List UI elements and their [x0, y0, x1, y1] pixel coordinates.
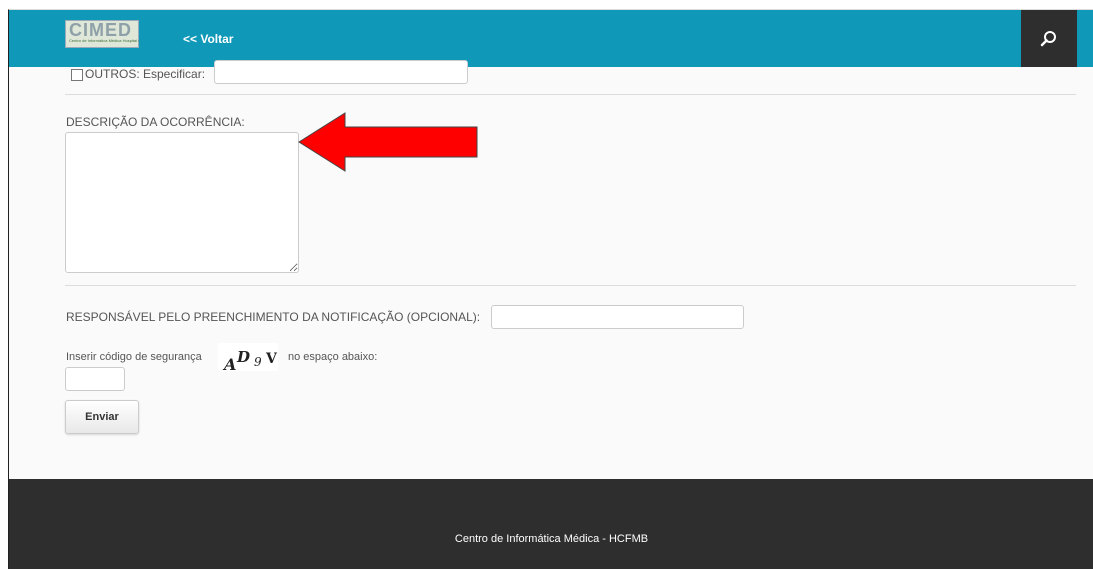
logo-title: CIMED: [69, 20, 132, 40]
captcha-char: A: [224, 355, 237, 374]
captcha-char: V: [266, 351, 277, 367]
responsible-label: RESPONSÁVEL PELO PREENCHIMENTO DA NOTIFI…: [66, 310, 481, 324]
back-link[interactable]: << Voltar: [183, 32, 233, 46]
submit-button[interactable]: Enviar: [65, 400, 139, 434]
outros-specify-input[interactable]: [214, 60, 468, 84]
top-navbar: CIMED Centro de Informática Médica Hospi…: [9, 10, 1093, 67]
cimed-logo[interactable]: CIMED Centro de Informática Médica Hospi…: [65, 20, 139, 48]
captcha-image: A D 9 V: [218, 343, 278, 374]
search-icon: [1040, 31, 1056, 47]
search-button[interactable]: [1021, 10, 1077, 67]
responsible-input[interactable]: [491, 305, 744, 329]
outros-checkbox[interactable]: [71, 68, 83, 81]
captcha-prefix-text: Inserir código de segurança: [66, 351, 202, 363]
captcha-suffix-text: no espaço abaixo:: [288, 351, 378, 363]
divider: [65, 94, 1076, 95]
captcha-input[interactable]: [65, 367, 125, 391]
outros-option: OUTROS: Especificar:: [71, 67, 205, 83]
captcha-char: D: [237, 348, 251, 366]
page-frame: CIMED Centro de Informática Médica Hospi…: [8, 9, 1093, 569]
logo-subtitle: Centro de Informática Médica Hospital da…: [69, 38, 139, 43]
outros-label: OUTROS: Especificar:: [85, 67, 206, 81]
captcha-char: 9: [254, 355, 262, 369]
red-arrow-left-icon: [298, 112, 478, 172]
divider: [65, 285, 1076, 286]
footer-text: Centro de Informática Médica - HCFMB: [454, 533, 649, 545]
description-label: DESCRIÇÃO DA OCORRÊNCIA:: [66, 115, 245, 129]
description-textarea[interactable]: [65, 132, 299, 273]
footer: Centro de Informática Médica - HCFMB: [9, 479, 1093, 569]
